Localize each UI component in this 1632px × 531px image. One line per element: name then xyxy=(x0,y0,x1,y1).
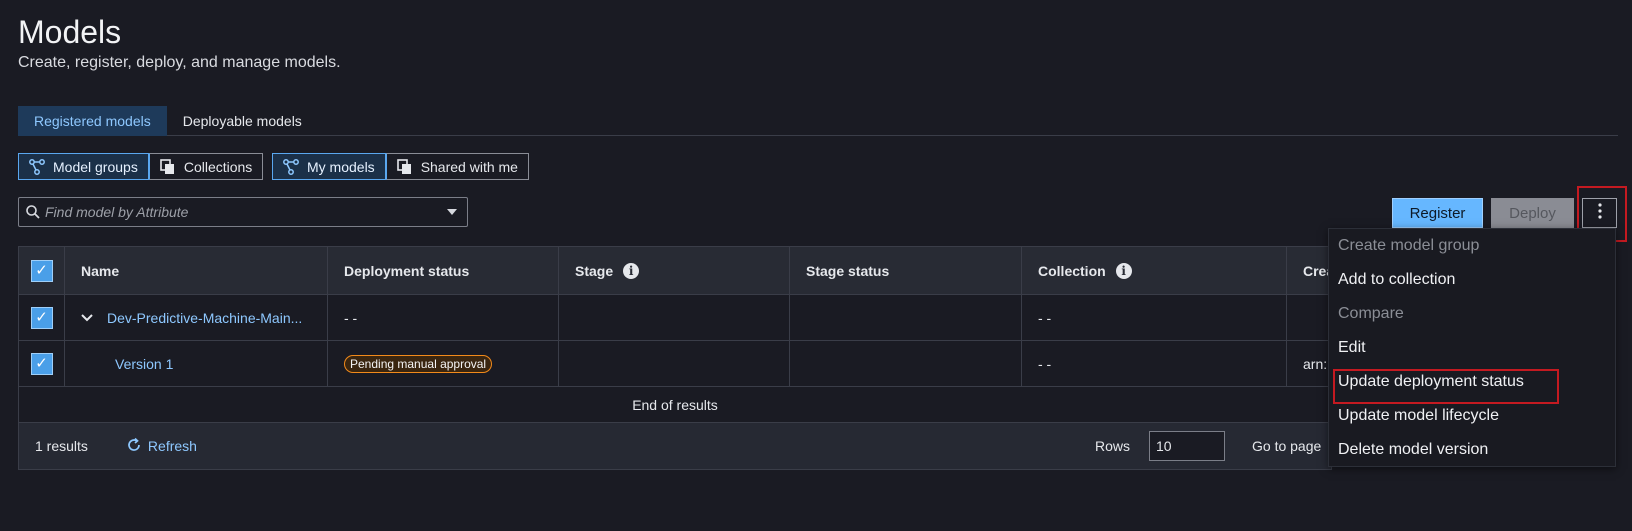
models-table: ✓ Name Deployment status Stage i Stage s… xyxy=(18,246,1332,470)
search-field[interactable] xyxy=(18,197,468,227)
my-models-label: My models xyxy=(307,158,375,175)
menu-item-add-to-collection[interactable]: Add to collection xyxy=(1329,263,1615,297)
collection-cell: - - xyxy=(1022,295,1287,340)
row-select-cell: ✓ xyxy=(19,295,65,340)
column-header-collection[interactable]: Collection i xyxy=(1022,247,1287,294)
rows-label: Rows xyxy=(1095,438,1131,454)
model-tabs: Registered models Deployable models xyxy=(18,106,1618,136)
model-groups-label: Model groups xyxy=(53,158,138,175)
refresh-button[interactable]: Refresh xyxy=(126,437,197,456)
column-header-stage[interactable]: Stage i xyxy=(559,247,790,294)
collections-button[interactable]: Collections xyxy=(148,153,264,180)
deployment-status-cell: Pending manual approval xyxy=(328,341,559,386)
stage-cell xyxy=(559,341,790,386)
refresh-label: Refresh xyxy=(147,438,197,454)
page-subtitle: Create, register, deploy, and manage mod… xyxy=(18,54,341,71)
column-header-created[interactable]: Crea xyxy=(1287,247,1331,294)
menu-item-create-model-group: Create model group xyxy=(1338,237,1480,254)
deploy-button[interactable]: Deploy xyxy=(1491,198,1574,228)
model-group-icon xyxy=(283,158,299,175)
refresh-icon xyxy=(126,437,142,456)
info-icon[interactable]: i xyxy=(623,262,640,279)
page-title: Models xyxy=(18,14,122,50)
chevron-down-icon[interactable] xyxy=(81,313,93,322)
chevron-down-icon[interactable] xyxy=(447,209,457,215)
status-badge: Pending manual approval xyxy=(344,354,493,373)
select-all-checkbox[interactable]: ✓ xyxy=(30,259,53,282)
menu-item-edit[interactable]: Edit xyxy=(1329,331,1615,365)
my-models-button[interactable]: My models xyxy=(272,153,386,180)
column-header-stage-label: Stage xyxy=(575,262,614,279)
go-to-page-label: Go to page xyxy=(1252,438,1322,454)
info-icon[interactable]: i xyxy=(1115,262,1132,279)
table-row[interactable]: ✓ Dev-Predictive-Machine-Main... - - - - xyxy=(19,295,1331,341)
shared-with-me-label: Shared with me xyxy=(420,158,518,175)
model-group-icon xyxy=(29,158,45,175)
rows-per-page-input[interactable] xyxy=(1149,431,1225,461)
results-count: 1 results xyxy=(35,438,88,454)
search-icon xyxy=(25,204,41,220)
stage-status-cell xyxy=(790,295,1022,340)
deployment-status-cell: - - xyxy=(328,295,559,340)
name-cell: Version 1 xyxy=(65,341,328,386)
view-toggle: Model groups Collections xyxy=(18,153,264,180)
column-header-collection-label: Collection xyxy=(1038,262,1106,279)
model-group-link[interactable]: Dev-Predictive-Machine-Main... xyxy=(107,310,302,326)
collections-icon xyxy=(396,158,413,175)
menu-item-compare: Compare xyxy=(1338,305,1404,322)
search-input[interactable] xyxy=(45,204,447,220)
collections-label: Collections xyxy=(183,158,253,175)
row-checkbox[interactable]: ✓ xyxy=(30,352,53,375)
more-actions-menu: Create model group Add to collection Com… xyxy=(1328,228,1616,467)
highlight-box-update-deployment-status xyxy=(1333,369,1559,404)
row-select-cell: ✓ xyxy=(19,341,65,386)
model-groups-button[interactable]: Model groups xyxy=(18,153,149,180)
menu-item-update-model-lifecycle[interactable]: Update model lifecycle xyxy=(1329,399,1615,433)
shared-with-me-button[interactable]: Shared with me xyxy=(385,153,529,180)
table-footer: 1 results Refresh Rows Go to page xyxy=(19,423,1331,469)
owner-toggle: My models Shared with me xyxy=(272,153,529,180)
collections-icon xyxy=(160,158,176,175)
select-all-cell: ✓ xyxy=(19,247,65,294)
row-checkbox[interactable]: ✓ xyxy=(30,306,53,329)
column-header-stage-status[interactable]: Stage status xyxy=(790,247,1022,294)
table-header-row: ✓ Name Deployment status Stage i Stage s… xyxy=(19,247,1331,295)
register-button[interactable]: Register xyxy=(1392,198,1483,228)
collection-cell: - - xyxy=(1022,341,1287,386)
menu-item-delete-model-version[interactable]: Delete model version xyxy=(1329,433,1615,467)
column-header-deployment-status[interactable]: Deployment status xyxy=(328,247,559,294)
table-row[interactable]: ✓ Version 1 Pending manual approval - - … xyxy=(19,341,1331,387)
tab-registered-models[interactable]: Registered models xyxy=(18,106,167,136)
created-cell: arn: xyxy=(1303,355,1328,372)
name-cell: Dev-Predictive-Machine-Main... xyxy=(65,295,328,340)
end-of-results: End of results xyxy=(19,387,1331,423)
column-header-name[interactable]: Name xyxy=(65,247,328,294)
stage-cell xyxy=(559,295,790,340)
stage-status-cell xyxy=(790,341,1022,386)
tab-deployable-models[interactable]: Deployable models xyxy=(167,106,318,136)
model-version-link[interactable]: Version 1 xyxy=(115,356,173,372)
created-cell xyxy=(1287,295,1331,340)
